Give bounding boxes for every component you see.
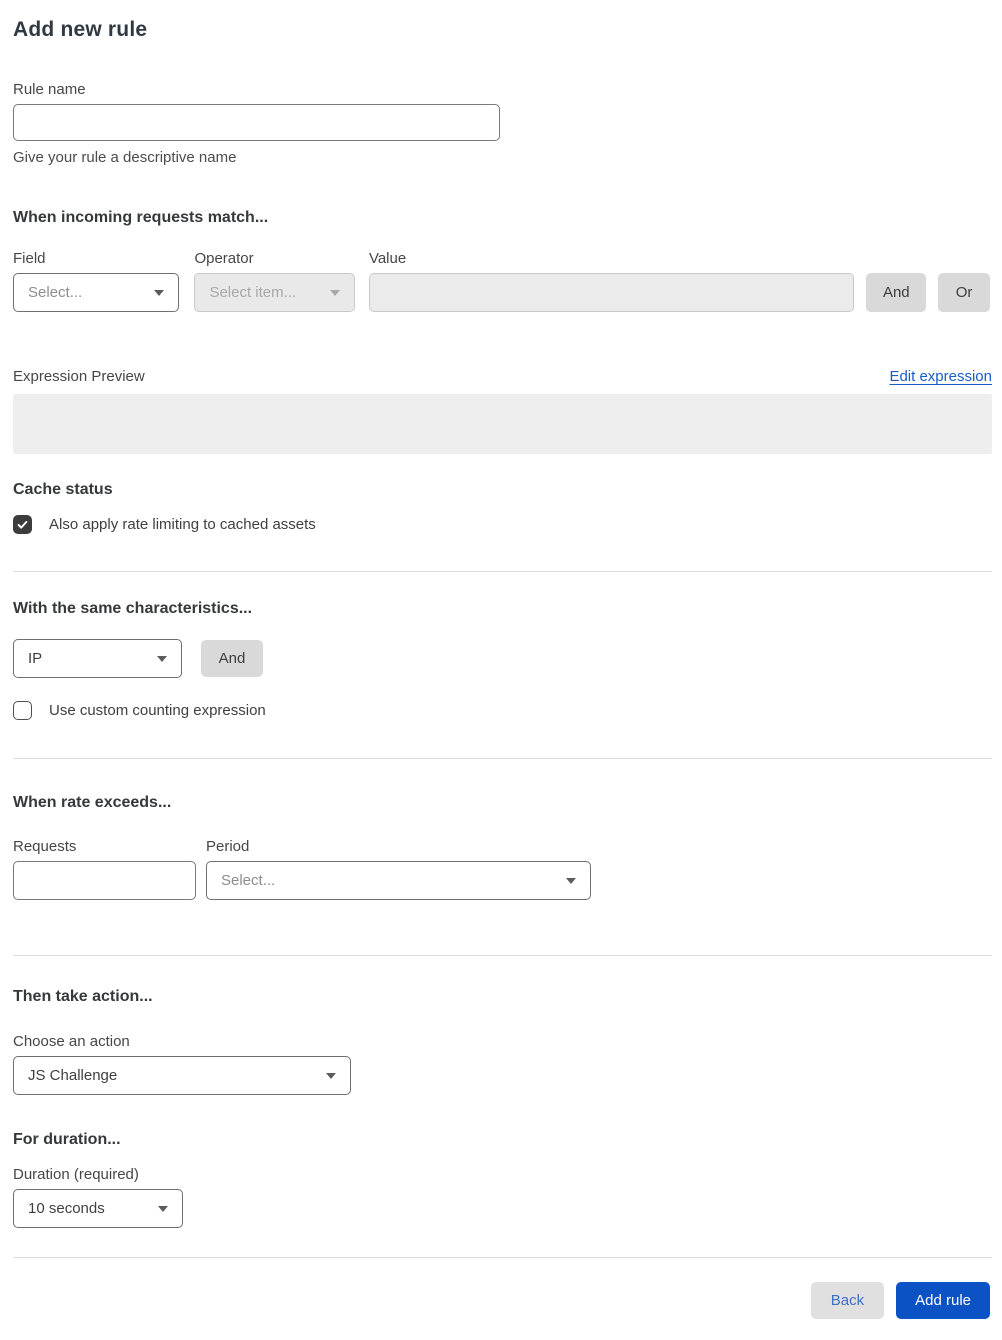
characteristics-and-button[interactable]: And — [201, 640, 263, 677]
chevron-down-icon — [329, 289, 340, 296]
expression-preview-box — [13, 394, 992, 454]
chevron-down-icon — [157, 655, 167, 662]
duration-label: Duration (required) — [13, 1166, 139, 1183]
characteristics-heading: With the same characteristics... — [13, 600, 253, 617]
custom-counting-checkbox-label: Use custom counting expression — [49, 702, 266, 719]
chevron-down-icon — [158, 1205, 168, 1212]
field-label: Field — [13, 250, 46, 267]
cached-assets-checkbox[interactable] — [13, 515, 32, 534]
duration-select[interactable]: 10 seconds — [13, 1189, 183, 1228]
period-label: Period — [206, 838, 250, 855]
value-label: Value — [368, 250, 407, 267]
rule-name-input[interactable] — [13, 104, 500, 141]
field-select-value: Select... — [28, 284, 83, 301]
footer-divider — [13, 1257, 992, 1258]
page-title: Add new rule — [13, 18, 148, 41]
operator-label: Operator — [194, 250, 254, 267]
custom-counting-checkbox[interactable] — [13, 701, 32, 720]
action-select-value: JS Challenge — [28, 1067, 118, 1084]
add-rule-button[interactable]: Add rule — [896, 1282, 990, 1319]
action-select[interactable]: JS Challenge — [13, 1056, 351, 1095]
edit-expression-link[interactable]: Edit expression — [889, 368, 992, 385]
choose-action-label: Choose an action — [13, 1033, 130, 1050]
cached-assets-checkbox-label: Also apply rate limiting to cached asset… — [49, 516, 316, 533]
field-select[interactable]: Select... — [13, 273, 180, 312]
period-select[interactable]: Select... — [206, 861, 591, 900]
rule-name-label: Rule name — [13, 81, 86, 98]
characteristic-select-value: IP — [28, 650, 43, 667]
expression-preview-label: Expression Preview — [13, 368, 145, 385]
value-input — [368, 273, 855, 312]
chevron-down-icon — [326, 1072, 336, 1079]
requests-label: Requests — [13, 838, 77, 855]
back-button[interactable]: Back — [810, 1282, 885, 1319]
cache-status-heading: Cache status — [13, 481, 113, 498]
section-divider — [13, 955, 992, 956]
section-divider — [13, 571, 992, 572]
rate-heading: When rate exceeds... — [13, 794, 172, 811]
requests-input[interactable] — [13, 861, 196, 900]
chevron-down-icon — [154, 289, 165, 296]
and-button[interactable]: And — [866, 273, 927, 312]
check-icon — [17, 520, 28, 529]
match-section-heading: When incoming requests match... — [13, 209, 269, 226]
section-divider — [13, 758, 992, 759]
period-select-value: Select... — [221, 872, 276, 889]
or-button[interactable]: Or — [938, 273, 990, 312]
duration-heading: For duration... — [13, 1131, 121, 1148]
operator-select-value: Select item... — [209, 284, 297, 301]
add-rule-form: Add new rule Rule name Give your rule a … — [0, 0, 1002, 1331]
characteristic-select[interactable]: IP — [13, 639, 182, 678]
rule-name-helper: Give your rule a descriptive name — [13, 149, 237, 166]
action-heading: Then take action... — [13, 988, 153, 1005]
duration-select-value: 10 seconds — [28, 1200, 105, 1217]
chevron-down-icon — [566, 877, 576, 884]
operator-select: Select item... — [194, 273, 355, 312]
